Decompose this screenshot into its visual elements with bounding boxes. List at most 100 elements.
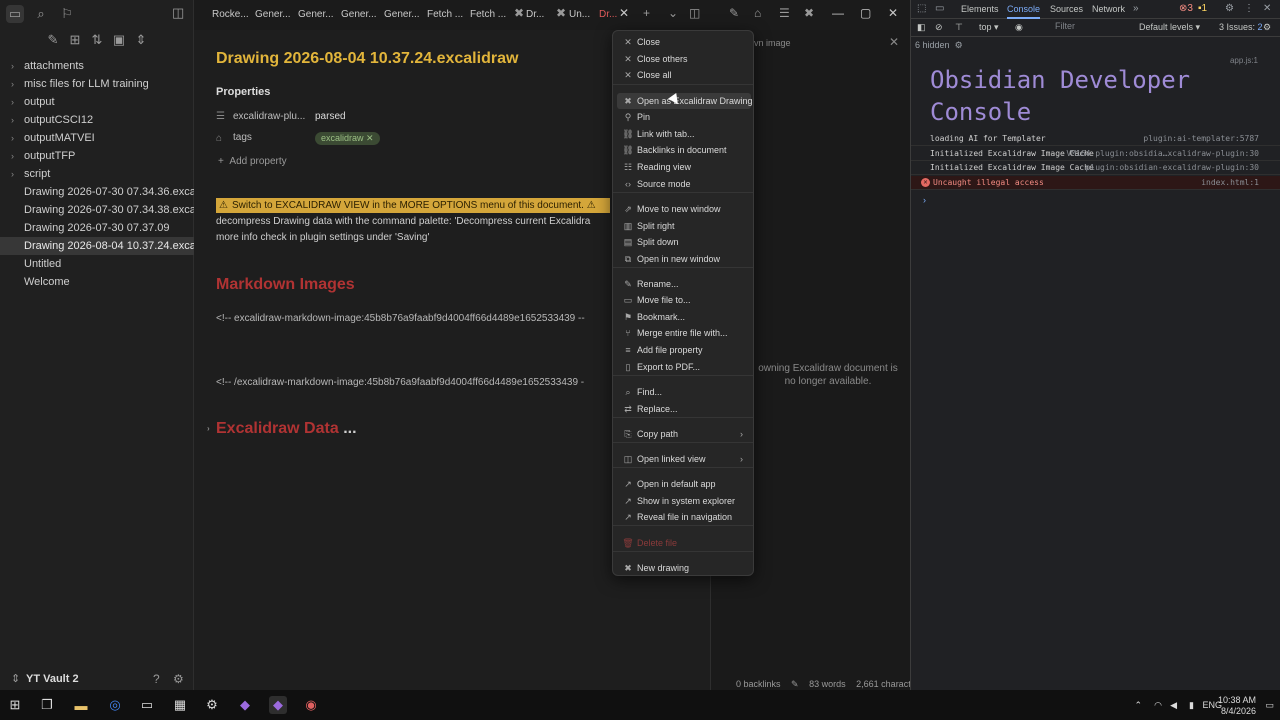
note-title[interactable]: Drawing 2026-08-04 10.37.24.excalidraw xyxy=(216,50,518,68)
bookmark-icon[interactable]: ⚐ xyxy=(58,5,76,23)
list-icon[interactable]: ☰ xyxy=(779,6,790,20)
eye-icon[interactable]: ◉ xyxy=(1015,22,1023,33)
collapse-all-icon[interactable]: ▣ xyxy=(110,31,128,49)
settings-gear-icon[interactable]: ⚙ xyxy=(173,672,184,686)
filter-input[interactable]: Filter xyxy=(1043,21,1133,34)
menu-item-export-to-pdf[interactable]: ▯ Export to PDF... xyxy=(617,359,751,375)
property-key[interactable]: tags xyxy=(233,132,315,143)
edit-icon[interactable]: ✎ xyxy=(791,679,799,689)
tree-file[interactable]: Drawing 2026-08-04 10.37.24.excalidraw xyxy=(0,237,194,255)
console-prompt-icon[interactable]: › xyxy=(923,195,926,205)
property-row[interactable]: ☰ excalidraw-plu... parsed xyxy=(216,111,346,122)
tab-network[interactable]: Network xyxy=(1092,4,1125,14)
menu-item-split-down[interactable]: ▤ Split down xyxy=(617,234,751,250)
chevron-right-icon[interactable]: › xyxy=(11,165,14,183)
search-icon[interactable]: ⌕ xyxy=(32,5,50,23)
pane-search-text[interactable]: vn image xyxy=(754,38,791,48)
sidebar-right-icon[interactable]: ◫ xyxy=(689,6,700,20)
menu-item-merge-entire-file-with[interactable]: ⑂ Merge entire file with... xyxy=(617,325,751,341)
sidebar-toggle-icon[interactable]: ◧ xyxy=(917,22,926,33)
sort-icon[interactable]: ⇅ xyxy=(88,31,106,49)
menu-item-move-file-to[interactable]: ▭ Move file to... xyxy=(617,292,751,308)
menu-item-open-linked-view[interactable]: ◫ Open linked view › xyxy=(617,451,751,467)
kebab-menu-icon[interactable]: ⋮ xyxy=(1244,3,1254,14)
volume-icon[interactable]: ◀ xyxy=(1170,700,1177,711)
settings-app-icon[interactable]: ⚙ xyxy=(203,696,221,714)
tab-elements[interactable]: Elements xyxy=(961,4,999,14)
start-icon[interactable]: ⊞ xyxy=(6,696,24,714)
new-note-icon[interactable]: ✎ xyxy=(44,31,62,49)
more-tabs-icon[interactable]: » xyxy=(1133,3,1139,14)
close-icon[interactable]: ✕ xyxy=(1263,3,1271,14)
issues-button[interactable]: 3 Issues: 2 xyxy=(1219,22,1263,32)
chevron-right-icon[interactable]: › xyxy=(11,57,14,75)
menu-item-rename[interactable]: ✎ Rename... xyxy=(617,276,751,292)
menu-item-open-in-default-app[interactable]: ↗ Open in default app xyxy=(617,476,751,492)
new-folder-icon[interactable]: ⊞ xyxy=(66,31,84,49)
backlinks-count[interactable]: 0 backlinks xyxy=(736,679,781,689)
tag-icon[interactable]: ⌂ xyxy=(754,6,761,20)
menu-item-open-in-new-window[interactable]: ⧉ Open in new window xyxy=(617,251,751,267)
heading-excalidraw-data[interactable]: › Excalidraw Data ... xyxy=(207,420,357,438)
menu-item-move-to-new-window[interactable]: ⇗ Move to new window xyxy=(617,201,751,217)
chrome-icon[interactable]: ◎ xyxy=(106,696,124,714)
menu-item-show-in-system-explorer[interactable]: ↗ Show in system explorer xyxy=(617,493,751,509)
console-log-row[interactable]: Initialized Excalidraw Image Cache VM164 … xyxy=(911,147,1280,161)
inspect-icon[interactable]: ⬚ xyxy=(917,3,926,14)
chevron-right-icon[interactable]: › xyxy=(11,147,14,165)
menu-item-reading-view[interactable]: ☷ Reading view xyxy=(617,159,751,175)
log-source[interactable]: plugin:ai-templater:5787 xyxy=(1143,134,1259,143)
battery-icon[interactable]: ▮ xyxy=(1189,700,1194,711)
excalidraw-icon[interactable]: ✖ xyxy=(804,6,814,20)
minimize-icon[interactable]: — xyxy=(832,6,844,20)
menu-item-replace[interactable]: ⇄ Replace... xyxy=(617,401,751,417)
menu-item-source-mode[interactable]: ‹› Source mode xyxy=(617,176,751,192)
tab[interactable]: Gener... xyxy=(341,9,377,20)
tree-folder[interactable]: › outputMATVEI xyxy=(0,129,194,147)
device-toggle-icon[interactable]: ▭ xyxy=(935,3,944,14)
menu-item-reveal-file-in-navigation[interactable]: ↗ Reveal file in navigation xyxy=(617,509,751,525)
menu-item-close-others[interactable]: ✕ Close others xyxy=(617,51,751,67)
tag-pill[interactable]: excalidraw ✕ xyxy=(315,132,380,145)
tab[interactable]: Fetch ... xyxy=(427,9,463,20)
property-row[interactable]: ⌂ tags excalidraw ✕ xyxy=(216,132,380,145)
settings-gear-icon[interactable]: ⚙ xyxy=(955,40,963,50)
tab[interactable]: Gener... xyxy=(384,9,420,20)
levels-select[interactable]: Default levels ▾ xyxy=(1139,22,1200,33)
error-count-icon[interactable]: ⊗3 xyxy=(1179,3,1193,14)
property-key[interactable]: excalidraw-plu... xyxy=(233,111,315,122)
maximize-icon[interactable]: ▢ xyxy=(860,6,871,20)
menu-item-open-as-excalidraw-drawing[interactable]: ✖ Open as Excalidraw Drawing xyxy=(617,93,753,109)
tab-console[interactable]: Console xyxy=(1007,4,1041,19)
obsidian-active-icon[interactable]: ◆ xyxy=(269,696,287,714)
menu-item-bookmark[interactable]: ⚑ Bookmark... xyxy=(617,309,751,325)
console-error-row[interactable]: ✕ Uncaught illegal access index.html:1 xyxy=(911,176,1280,190)
tree-folder[interactable]: › outputTFP xyxy=(0,147,194,165)
tab[interactable]: Gener... xyxy=(255,9,291,20)
tree-folder[interactable]: › outputCSCI12 xyxy=(0,111,194,129)
settings-gear-icon[interactable]: ⚙ xyxy=(1263,22,1271,33)
tab[interactable]: Rocke... xyxy=(212,9,249,20)
clock-time[interactable]: 10:38 AM xyxy=(1218,695,1256,705)
menu-item-pin[interactable]: ⚲ Pin xyxy=(617,109,751,125)
menu-item-copy-path[interactable]: ⎘ Copy path › xyxy=(617,426,751,442)
tab[interactable]: Fetch ... xyxy=(470,9,506,20)
wifi-icon[interactable]: ◠ xyxy=(1154,700,1162,711)
context-select[interactable]: top ▾ xyxy=(979,22,999,33)
help-icon[interactable]: ? xyxy=(153,672,160,686)
menu-item-find[interactable]: ⌕ Find... xyxy=(617,384,751,400)
recorder-icon[interactable]: ◉ xyxy=(302,696,320,714)
clear-console-icon[interactable]: ⊘ xyxy=(935,22,943,33)
pen-icon[interactable]: ✎ xyxy=(729,6,739,20)
menu-item-add-file-property[interactable]: ≡ Add file property xyxy=(617,342,751,358)
tag-remove-icon[interactable]: ✕ xyxy=(366,133,374,143)
obsidian-icon[interactable]: ◆ xyxy=(236,696,254,714)
chevron-right-icon[interactable]: › xyxy=(207,424,210,433)
log-source[interactable]: VM164 plugin:obsidia…xcalidraw-plugin:30 xyxy=(1066,149,1259,158)
menu-item-link-with-tab[interactable]: ⛓ Link with tab... xyxy=(617,126,751,142)
sidebar-toggle-icon[interactable]: ◫ xyxy=(172,5,184,21)
clock-date[interactable]: 8/4/2026 xyxy=(1221,706,1256,716)
menu-item-backlinks-in-document[interactable]: ⛓ Backlinks in document xyxy=(617,142,751,158)
tree-folder[interactable]: › attachments xyxy=(0,57,194,75)
file-explorer-icon[interactable]: ▬ xyxy=(72,696,90,714)
